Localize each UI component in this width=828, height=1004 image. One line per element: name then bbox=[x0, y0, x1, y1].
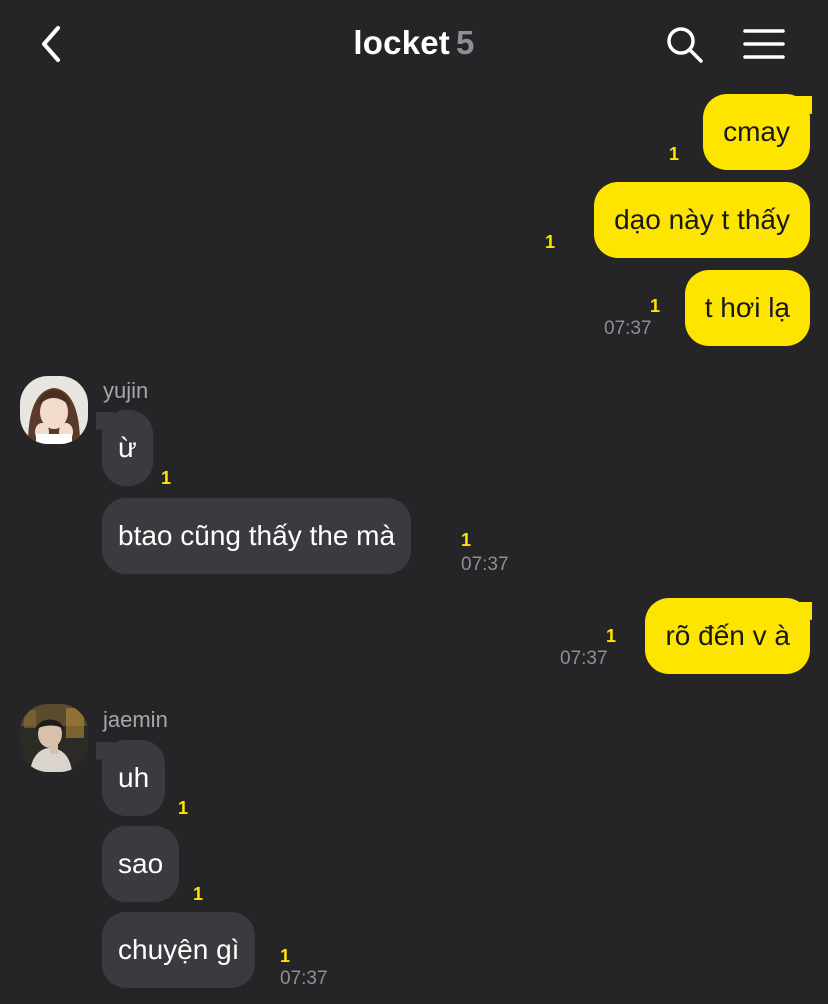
chat-screen: locket 5 cmay 1 dạo này t thấy 1 t hơi lạ… bbox=[0, 0, 828, 1004]
message-timestamp: 07:37 bbox=[280, 968, 328, 989]
their-message-bubble[interactable]: uh bbox=[102, 740, 166, 816]
my-message-bubble[interactable]: rõ đến v à bbox=[645, 598, 810, 674]
my-message-bubble[interactable]: t hơi lạ bbox=[684, 270, 810, 346]
sender-name: jaemin bbox=[103, 707, 168, 732]
unread-count: 1 bbox=[461, 530, 472, 550]
their-message-bubble[interactable]: btao cũng thấy the mà bbox=[102, 498, 412, 574]
message-timestamp: 07:37 bbox=[560, 648, 608, 669]
room-name: locket bbox=[353, 24, 450, 61]
sender-name: yujin bbox=[103, 378, 149, 403]
message-timestamp: 07:37 bbox=[604, 318, 652, 339]
avatar[interactable] bbox=[20, 376, 88, 444]
unread-count: 1 bbox=[606, 626, 617, 646]
search-icon[interactable] bbox=[664, 24, 704, 64]
unread-count: 1 bbox=[545, 232, 556, 252]
unread-count: 1 bbox=[280, 946, 291, 966]
hamburger-menu-icon[interactable] bbox=[742, 24, 786, 64]
unread-count: 1 bbox=[178, 798, 189, 818]
their-message-bubble[interactable]: chuyện gì bbox=[102, 912, 256, 988]
unread-count: 1 bbox=[193, 884, 204, 904]
chat-header: locket 5 bbox=[0, 0, 828, 88]
message-timestamp: 07:37 bbox=[461, 554, 509, 575]
unread-count: 1 bbox=[161, 468, 172, 488]
their-message-bubble[interactable]: sao bbox=[102, 826, 180, 902]
their-message-bubble[interactable]: ừ bbox=[102, 410, 153, 486]
unread-count: 1 bbox=[669, 144, 680, 164]
my-message-bubble[interactable]: dạo này t thấy bbox=[594, 182, 810, 258]
my-message-bubble[interactable]: cmay bbox=[703, 94, 810, 170]
unread-count: 1 bbox=[650, 296, 661, 316]
member-count: 5 bbox=[456, 24, 475, 61]
avatar[interactable] bbox=[20, 704, 88, 772]
